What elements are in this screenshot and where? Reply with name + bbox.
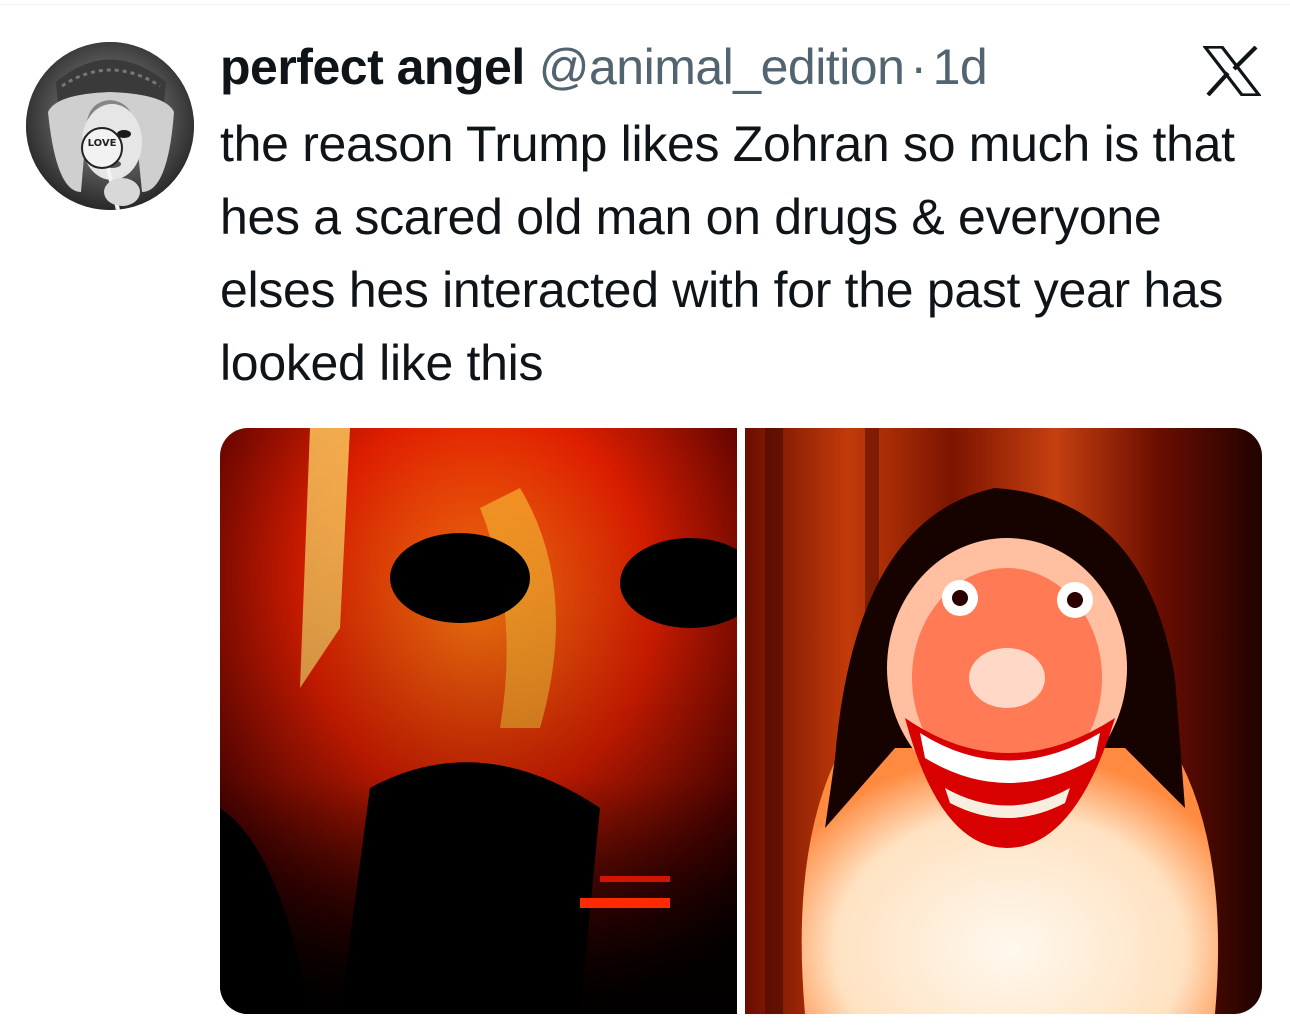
- display-name[interactable]: perfect angel: [220, 38, 525, 96]
- avatar-lollipop-text: LOVE: [88, 138, 117, 149]
- x-logo-icon[interactable]: [1201, 45, 1263, 97]
- profile-avatar[interactable]: LOVE: [26, 42, 194, 210]
- tweet-screenshot: LOVE perfect angel @animal_edition · 1d …: [0, 0, 1290, 1029]
- avatar-image: LOVE: [26, 42, 194, 210]
- grinning-dog-image: [745, 428, 1262, 1014]
- media-image-left[interactable]: [220, 428, 737, 1014]
- distorted-face-image: [220, 428, 737, 1014]
- media-image-right[interactable]: [745, 428, 1262, 1014]
- separator-dot: ·: [910, 39, 927, 95]
- media-grid: [220, 428, 1262, 1014]
- tweet-text: the reason Trump likes Zohran so much is…: [220, 116, 1235, 391]
- tweet-header: perfect angel @animal_edition · 1d: [220, 36, 988, 98]
- timestamp[interactable]: 1d: [933, 38, 988, 96]
- user-handle[interactable]: @animal_edition: [539, 38, 905, 96]
- top-divider: [0, 4, 1290, 5]
